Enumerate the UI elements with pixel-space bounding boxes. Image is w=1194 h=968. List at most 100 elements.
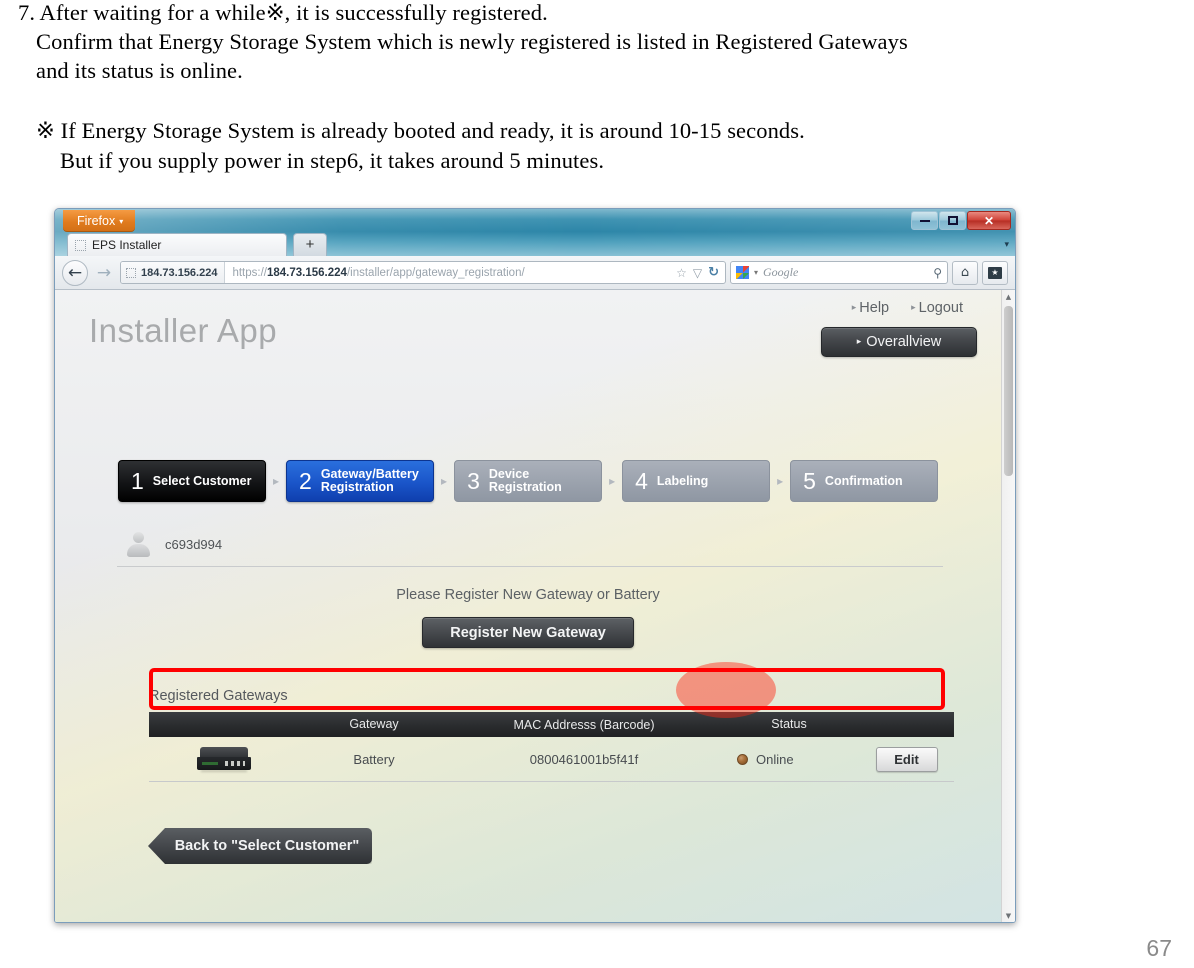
back-button[interactable]: ← (62, 259, 88, 286)
dropmarker-icon[interactable]: ▽ (693, 266, 702, 280)
step-separator-icon: ▸ (777, 474, 784, 488)
reload-icon[interactable]: ↻ (708, 265, 719, 280)
page-title: Installer App (89, 312, 278, 349)
logout-link[interactable]: ▸ Logout (911, 300, 963, 316)
status-indicator-icon (737, 753, 748, 765)
url-path: /installer/app/gateway_registration/ (346, 266, 525, 279)
step-separator-icon: ▸ (441, 474, 448, 488)
table-header-row: Gateway MAC Addresss (Barcode) Status (149, 712, 954, 737)
scrollbar-thumb[interactable] (1004, 306, 1013, 476)
maximize-icon (947, 216, 958, 225)
browser-title-bar: Firefox ▾ EPS Installer + ▾ ✕ (55, 209, 1015, 256)
vertical-scrollbar[interactable]: ▲ ▼ (1001, 290, 1015, 922)
avatar-icon (125, 531, 151, 557)
step-number: 2 (299, 467, 312, 494)
browser-tab-label: EPS Installer (92, 238, 162, 252)
minimize-icon (919, 219, 930, 222)
step-separator-icon: ▸ (609, 474, 616, 488)
forward-button[interactable]: → (92, 261, 116, 285)
installer-app: ▸ Help ▸ Logout Installer App ▸ Overallvie… (55, 290, 1001, 922)
help-link-label: Help (859, 300, 890, 316)
maximize-button[interactable] (939, 211, 966, 230)
page-viewport: ▸ Help ▸ Logout Installer App ▸ Overallvie… (55, 290, 1015, 922)
table-header-gateway: Gateway (349, 717, 399, 731)
register-new-gateway-button[interactable]: Register New Gateway (422, 617, 634, 648)
current-user-row: c693d994 (117, 522, 943, 567)
logout-link-label: Logout (918, 300, 963, 316)
scroll-up-icon[interactable]: ▲ (1002, 290, 1015, 304)
search-icon[interactable]: ⚲ (933, 266, 942, 280)
device-led-row (225, 760, 245, 766)
table-row: Battery 0800461001b5f41f Online Edit (149, 737, 954, 782)
search-engine-chevron-icon[interactable]: ▾ (754, 268, 758, 277)
cell-status: Online (719, 752, 859, 767)
help-link[interactable]: ▸ Help (852, 300, 889, 316)
status-badge: Online (756, 751, 794, 767)
step-4-labeling[interactable]: 4 Labeling (622, 460, 771, 502)
search-bar[interactable]: ▾ Google ⚲ (730, 261, 948, 284)
registered-gateways-title: Registered Gateways (149, 688, 288, 704)
step-label: Device Registration (488, 467, 562, 494)
cell-gateway-name: Battery (353, 751, 395, 767)
cell-mac-address: 0800461001b5f41f (529, 751, 639, 767)
bookmarks-menu-button[interactable]: ★ (982, 260, 1008, 285)
url-scheme: https:// (232, 266, 267, 279)
avatar-body (127, 544, 150, 557)
firefox-menu-label: Firefox (77, 214, 116, 228)
step-number: 4 (635, 467, 648, 494)
close-button[interactable]: ✕ (967, 211, 1011, 230)
gateway-device-icon (197, 746, 251, 773)
avatar-head (133, 532, 144, 543)
bookmark-star-icon[interactable]: ☆ (676, 266, 687, 280)
firefox-menu-button[interactable]: Firefox ▾ (63, 210, 136, 232)
arrow-right-icon: ▸ (851, 302, 857, 312)
device-shadow (201, 769, 247, 772)
cell-actions: Edit (859, 746, 954, 772)
step-2-gateway-battery-registration[interactable]: 2 Gateway/Battery Registration (286, 460, 435, 502)
url-bar[interactable]: 184.73.156.224 https://184.73.156.224/in… (120, 261, 726, 284)
edit-button[interactable]: Edit (875, 746, 938, 772)
registered-gateways-table: Gateway MAC Addresss (Barcode) Status Ba… (149, 712, 954, 782)
table-header-mac: MAC Addresss (Barcode) (513, 717, 655, 732)
device-top (200, 746, 248, 758)
url-input[interactable]: https://184.73.156.224/installer/app/gat… (225, 267, 670, 279)
overallview-button-label: Overallview (866, 334, 942, 350)
overallview-button[interactable]: ▸ Overallview (821, 327, 977, 357)
arrow-right-icon: ▸ (856, 335, 862, 346)
step-label: Gateway/Battery Registration (320, 467, 419, 494)
scroll-down-icon[interactable]: ▼ (1002, 909, 1015, 922)
browser-tab-eps-installer[interactable]: EPS Installer (67, 233, 287, 256)
step-5-confirmation[interactable]: 5 Confirmation (790, 460, 939, 502)
step-label: Labeling (656, 473, 709, 488)
step-number: 5 (803, 467, 816, 494)
back-to-select-customer-button[interactable]: Back to "Select Customer" (148, 828, 372, 864)
list-all-tabs-icon[interactable]: ▾ (1004, 239, 1009, 250)
device-green-stripe (202, 761, 218, 765)
google-logo-icon (736, 266, 749, 279)
doc-line-1: 7. After waiting for a while※, it is suc… (18, 0, 548, 25)
navigation-toolbar: ← → 184.73.156.224 https://184.73.156.22… (55, 256, 1015, 290)
url-bar-icons: ☆ ▽ ↻ (670, 265, 725, 280)
window-controls: ✕ (911, 211, 1011, 230)
doc-line-3: and its status is online. (36, 58, 243, 83)
minimize-button[interactable] (911, 211, 938, 230)
browser-window: Firefox ▾ EPS Installer + ▾ ✕ ← → 184.73.… (54, 208, 1016, 923)
step-number: 3 (467, 467, 480, 494)
top-links: ▸ Help ▸ Logout (852, 300, 963, 316)
table-header-status: Status (771, 717, 807, 731)
bookmarks-star-icon: ★ (988, 266, 1002, 279)
step-3-device-registration[interactable]: 3 Device Registration (454, 460, 603, 502)
search-input[interactable]: Google (763, 265, 928, 280)
url-host: 184.73.156.224 (267, 266, 347, 279)
favicon-placeholder-icon (75, 240, 86, 251)
step-separator-icon: ▸ (273, 474, 280, 488)
site-identity-label: 184.73.156.224 (141, 266, 218, 279)
step-1-select-customer[interactable]: 1 Select Customer (118, 460, 266, 502)
home-button[interactable]: ⌂ (952, 260, 978, 285)
site-identity-block[interactable]: 184.73.156.224 (121, 262, 226, 283)
register-prompt: Please Register New Gateway or Battery (396, 587, 660, 603)
new-tab-button[interactable]: + (293, 233, 327, 256)
step-label: Select Customer (152, 473, 252, 488)
doc-line-4: ※ If Energy Storage System is already bo… (36, 118, 805, 143)
step-number: 1 (131, 467, 144, 494)
